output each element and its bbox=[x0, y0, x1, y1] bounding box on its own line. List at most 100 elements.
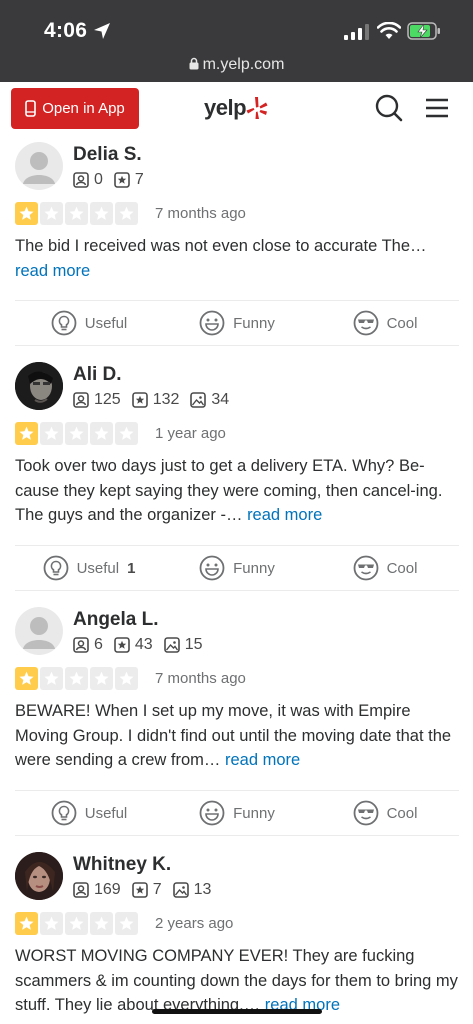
review-actions: Useful Funny Cool bbox=[15, 300, 459, 346]
review-body: The bid I received was not even close to… bbox=[15, 237, 427, 255]
star-icon bbox=[40, 202, 63, 225]
star-rating bbox=[15, 422, 138, 445]
smiley-icon bbox=[199, 555, 225, 581]
friends-icon bbox=[73, 392, 89, 408]
reviews-stat: 132 bbox=[131, 391, 180, 409]
address-bar[interactable]: m.yelp.com bbox=[0, 56, 473, 74]
reviewer-stats: 6 43 15 bbox=[73, 636, 214, 654]
avatar[interactable] bbox=[15, 607, 63, 655]
yelp-header: Open in App yelp bbox=[0, 82, 473, 138]
lock-icon bbox=[189, 57, 199, 70]
lightbulb-icon bbox=[51, 310, 77, 336]
read-more-link[interactable]: read more bbox=[15, 262, 90, 280]
useful-label: Useful bbox=[76, 559, 120, 577]
star-icon bbox=[115, 422, 138, 445]
search-icon[interactable] bbox=[375, 94, 403, 122]
reviewer-stats: 169 7 13 bbox=[73, 881, 222, 899]
reviewer-name[interactable]: Angela L. bbox=[73, 609, 159, 631]
useful-button[interactable]: Useful bbox=[15, 791, 163, 835]
open-in-app-button[interactable]: Open in App bbox=[11, 88, 139, 129]
star-rating bbox=[15, 667, 138, 690]
location-arrow-icon bbox=[94, 23, 110, 39]
photos-count: 13 bbox=[193, 881, 212, 898]
cool-label: Cool bbox=[386, 559, 418, 577]
hamburger-menu-icon[interactable] bbox=[425, 97, 449, 119]
friends-icon bbox=[73, 882, 89, 898]
review-date: 7 months ago bbox=[155, 670, 246, 687]
review-star-icon bbox=[131, 392, 148, 408]
star-icon bbox=[115, 202, 138, 225]
funny-button[interactable]: Funny bbox=[163, 546, 311, 590]
lightbulb-icon bbox=[43, 555, 68, 581]
star-icon bbox=[15, 667, 38, 690]
star-rating bbox=[15, 912, 138, 935]
friends-stat: 169 bbox=[73, 881, 121, 899]
default-user-icon bbox=[23, 617, 55, 649]
useful-label: Useful bbox=[84, 804, 128, 822]
star-icon bbox=[40, 912, 63, 935]
cool-button[interactable]: Cool bbox=[311, 791, 459, 835]
cool-button[interactable]: Cool bbox=[311, 301, 459, 345]
home-indicator[interactable] bbox=[152, 1009, 322, 1014]
avatar[interactable] bbox=[15, 142, 63, 190]
reviewer-name[interactable]: Delia S. bbox=[73, 144, 142, 166]
useful-button[interactable]: Useful bbox=[15, 301, 163, 345]
friends-count: 0 bbox=[94, 171, 103, 188]
funny-button[interactable]: Funny bbox=[163, 791, 311, 835]
photo-icon bbox=[172, 882, 189, 898]
logo-text: yelp bbox=[204, 95, 247, 120]
review-star-icon bbox=[114, 637, 130, 653]
cool-button[interactable]: Cool bbox=[311, 546, 459, 590]
read-more-link[interactable]: read more bbox=[225, 751, 300, 769]
star-icon bbox=[15, 422, 38, 445]
cool-label: Cool bbox=[386, 314, 418, 332]
read-more-link[interactable]: read more bbox=[247, 506, 322, 524]
phone-icon bbox=[25, 100, 37, 117]
reviewer-name[interactable]: Ali D. bbox=[73, 364, 122, 386]
reviewer-name[interactable]: Whitney K. bbox=[73, 854, 171, 876]
sunglasses-face-icon bbox=[353, 800, 378, 826]
reviewer-stats: 0 7 bbox=[73, 171, 155, 189]
battery-charging-icon bbox=[407, 22, 440, 40]
avatar[interactable] bbox=[15, 852, 63, 900]
reviews-count: 7 bbox=[152, 881, 162, 898]
photos-stat: 13 bbox=[172, 881, 212, 899]
useful-button[interactable]: Useful 1 bbox=[15, 546, 163, 590]
yelp-burst-icon bbox=[246, 97, 268, 119]
star-icon bbox=[90, 422, 113, 445]
funny-label: Funny bbox=[233, 559, 275, 577]
review-text: The bid I received was not even close to… bbox=[15, 234, 460, 283]
useful-label: Useful bbox=[84, 314, 128, 332]
star-icon bbox=[65, 202, 88, 225]
review-text: BEWARE! When I set up my move, it was wi… bbox=[15, 699, 460, 773]
friends-count: 125 bbox=[94, 391, 121, 408]
star-icon bbox=[90, 667, 113, 690]
friends-count: 6 bbox=[94, 636, 103, 653]
url-text: m.yelp.com bbox=[202, 56, 285, 73]
review-date: 1 year ago bbox=[155, 425, 226, 442]
photos-stat: 15 bbox=[163, 636, 203, 654]
star-rating bbox=[15, 202, 138, 225]
funny-label: Funny bbox=[233, 804, 275, 822]
profile-photo bbox=[15, 852, 63, 900]
reviews-stat: 7 bbox=[114, 171, 144, 189]
avatar[interactable] bbox=[15, 362, 63, 410]
friends-stat: 125 bbox=[73, 391, 121, 409]
reviews-stat: 43 bbox=[114, 636, 153, 654]
sunglasses-face-icon bbox=[353, 555, 378, 581]
cellular-signal-icon bbox=[344, 24, 369, 40]
review-text: Took over two days just to get a deliver… bbox=[15, 454, 460, 528]
star-icon bbox=[90, 202, 113, 225]
sunglasses-face-icon bbox=[353, 310, 378, 336]
smiley-icon bbox=[199, 800, 225, 826]
photos-count: 15 bbox=[184, 636, 203, 653]
default-user-icon bbox=[23, 152, 55, 184]
yelp-logo[interactable]: yelp bbox=[204, 95, 268, 121]
review-text: WORST MOVING COMPANY EVER! They are fuck… bbox=[15, 944, 460, 1018]
star-icon bbox=[40, 422, 63, 445]
funny-button[interactable]: Funny bbox=[163, 301, 311, 345]
reviews-count: 132 bbox=[152, 391, 180, 408]
review-date: 7 months ago bbox=[155, 205, 246, 222]
star-icon bbox=[40, 667, 63, 690]
star-icon bbox=[65, 912, 88, 935]
